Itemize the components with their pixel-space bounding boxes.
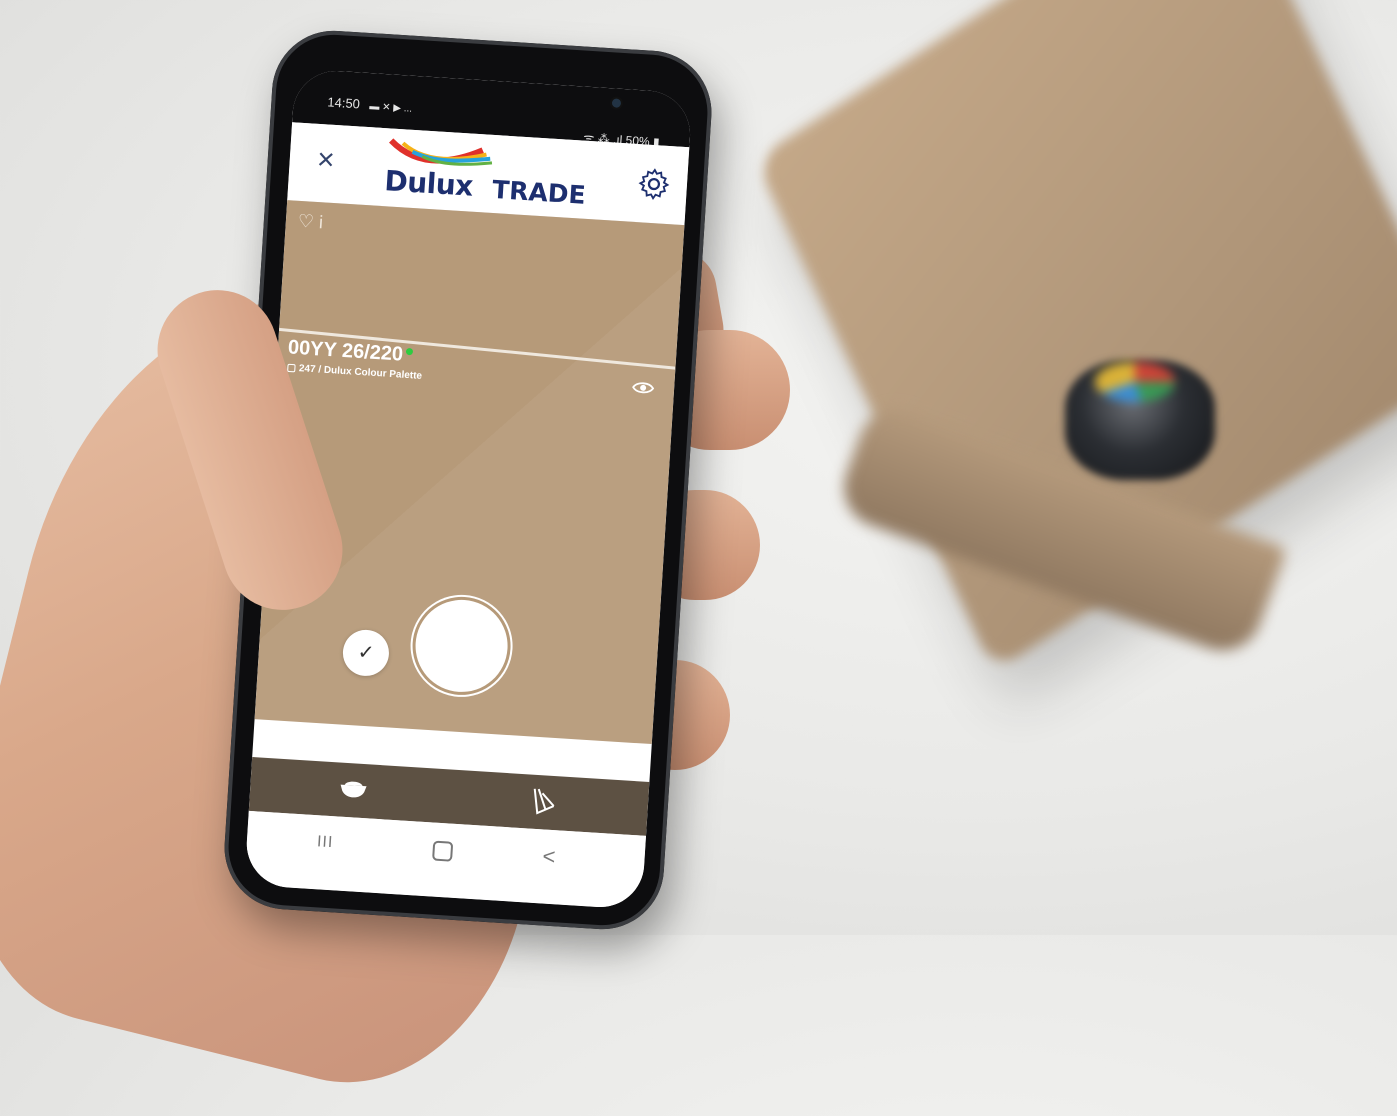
front-camera <box>611 98 622 108</box>
nav-fandeck-icon[interactable] <box>527 784 559 818</box>
nav-scan-icon[interactable] <box>336 776 371 802</box>
dulux-trade-logo: Dulux TRADE <box>379 134 603 216</box>
eye-icon[interactable] <box>632 380 655 395</box>
status-time-text: 14:50 <box>326 94 361 112</box>
home-button[interactable] <box>432 840 454 862</box>
match-indicator <box>406 347 414 356</box>
colour-sensor-lens <box>1095 362 1175 402</box>
close-icon: × <box>316 142 336 177</box>
close-button[interactable]: × <box>307 141 345 179</box>
logo-suffix: TRADE <box>491 174 587 210</box>
check-icon: ✓ <box>356 641 375 665</box>
logo-brand: Dulux <box>383 164 474 203</box>
status-left-icons: ▬ ✕ ▶ ... <box>369 101 413 115</box>
info-icons[interactable]: ♡ i <box>297 211 323 234</box>
gear-icon[interactable] <box>636 166 672 202</box>
back-button[interactable]: < <box>542 843 556 870</box>
status-time: 14:50 ▬ ✕ ▶ ... <box>327 94 413 114</box>
recent-apps-button[interactable]: III <box>316 833 333 852</box>
